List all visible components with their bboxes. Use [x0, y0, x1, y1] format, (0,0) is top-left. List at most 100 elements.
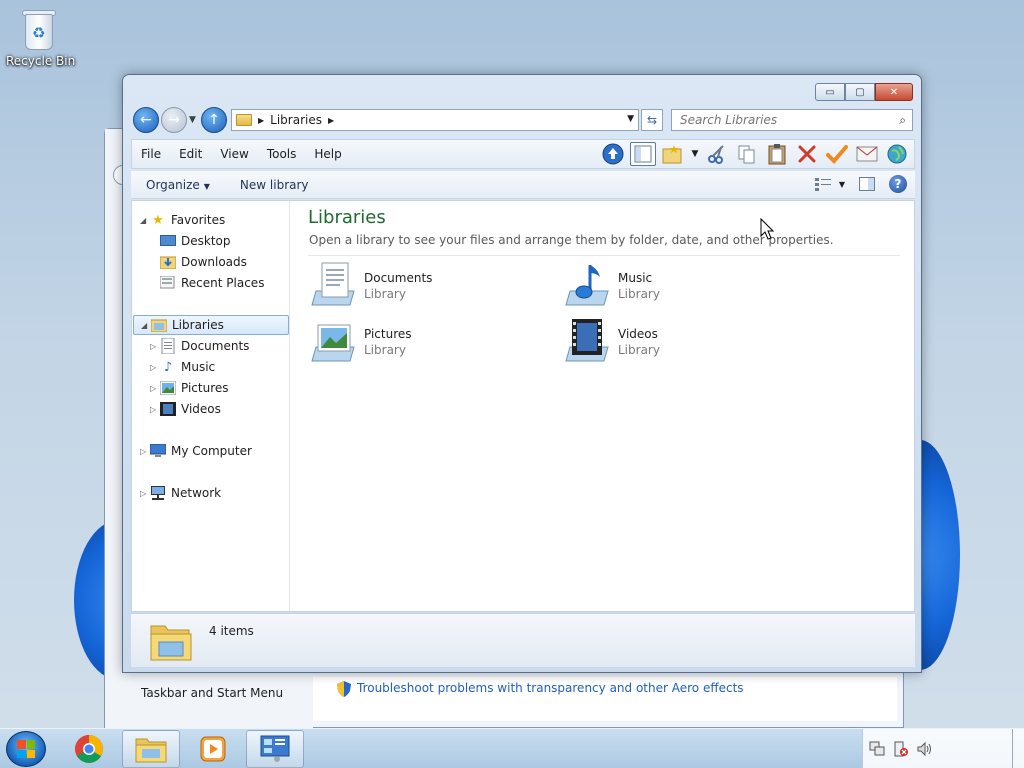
breadcrumb-libraries[interactable]: Libraries — [270, 113, 322, 127]
preview-pane-toggle-icon[interactable] — [859, 177, 875, 191]
email-icon[interactable] — [854, 142, 880, 166]
menu-file[interactable]: File — [132, 147, 170, 161]
menu-help[interactable]: Help — [305, 147, 350, 161]
close-button[interactable]: ✕ — [875, 83, 913, 101]
address-history-dropdown[interactable]: ▼ — [627, 114, 634, 124]
minimize-button[interactable]: ▭ — [815, 83, 845, 101]
nav-desktop[interactable]: Desktop — [160, 231, 231, 251]
up-button[interactable]: ↑ — [201, 107, 227, 133]
collapsed-triangle-icon[interactable]: ▷ — [150, 405, 160, 414]
library-pictures[interactable]: Pictures Library — [310, 317, 550, 367]
collapsed-triangle-icon[interactable]: ▷ — [140, 447, 150, 456]
view-icon — [814, 178, 831, 191]
nav-music-label: Music — [181, 360, 216, 374]
nav-recent-places[interactable]: Recent Places — [160, 273, 264, 293]
nav-network[interactable]: ▷ Network — [140, 483, 221, 503]
help-icon[interactable]: ? — [889, 175, 907, 193]
recycle-bin-desktop-icon[interactable]: ♻ Recycle Bin — [6, 8, 75, 68]
show-desktop-button[interactable] — [1012, 729, 1024, 768]
downloads-folder-icon — [160, 254, 176, 270]
volume-icon[interactable] — [917, 741, 933, 757]
nav-downloads[interactable]: Downloads — [160, 252, 247, 272]
menu-view[interactable]: View — [211, 147, 257, 161]
shield-icon — [337, 681, 351, 697]
nav-favorites-label: Favorites — [171, 213, 226, 227]
start-button[interactable] — [6, 731, 46, 767]
preview-pane-icon[interactable] — [630, 142, 656, 166]
collapsed-triangle-icon[interactable]: ▷ — [150, 384, 160, 393]
navigation-pane: ◢ ★ Favorites Desktop Downloads Recent P… — [132, 201, 290, 611]
chevron-down-icon: ▼ — [203, 181, 210, 191]
taskbar-start-menu-link[interactable]: Taskbar and Start Menu — [141, 686, 283, 700]
change-view-button[interactable]: ▼ — [814, 177, 845, 191]
library-music[interactable]: Music Library — [564, 261, 804, 311]
taskbar-chrome[interactable] — [60, 730, 118, 768]
media-player-icon — [200, 736, 226, 762]
cut-icon[interactable] — [704, 142, 730, 166]
expanded-triangle-icon[interactable]: ◢ — [141, 321, 151, 330]
new-library-button[interactable]: New library — [225, 178, 324, 192]
address-bar[interactable]: ▶ Libraries ▶ ▼ — [231, 109, 639, 131]
network-icon[interactable] — [869, 741, 885, 757]
nav-videos[interactable]: ▷ Videos — [150, 399, 221, 419]
back-button[interactable]: ← — [133, 107, 159, 133]
paste-icon[interactable] — [764, 142, 790, 166]
organize-button[interactable]: Organize ▼ — [131, 178, 225, 192]
breadcrumb-arrow-icon[interactable]: ▶ — [258, 116, 264, 125]
search-input[interactable] — [680, 113, 880, 127]
taskbar — [0, 728, 1024, 768]
copy-icon[interactable] — [734, 142, 760, 166]
details-pane: 4 items — [131, 613, 915, 667]
library-name: Documents — [364, 271, 433, 285]
favorites-folder-icon[interactable] — [660, 142, 686, 166]
breadcrumb-arrow-icon[interactable]: ▶ — [328, 116, 334, 125]
menu-tools[interactable]: Tools — [258, 147, 306, 161]
recent-pages-dropdown[interactable]: ▼ — [189, 115, 196, 125]
forward-button[interactable]: → — [161, 107, 187, 133]
library-type: Library — [618, 343, 660, 357]
nav-libraries-label: Libraries — [172, 318, 224, 332]
nav-documents-label: Documents — [181, 339, 250, 353]
collapsed-triangle-icon[interactable]: ▷ — [150, 342, 160, 351]
up-arrow-icon: ↑ — [208, 112, 220, 128]
control-panel-icon — [260, 735, 290, 762]
pictures-library-icon — [311, 324, 355, 362]
delete-icon[interactable] — [794, 142, 820, 166]
action-center-icon[interactable] — [893, 741, 909, 757]
nav-libraries[interactable]: ◢ Libraries — [133, 315, 289, 335]
pictures-icon — [160, 380, 176, 396]
maximize-button[interactable]: ▢ — [845, 83, 875, 101]
nav-favorites[interactable]: ◢ ★ Favorites — [140, 210, 225, 230]
globe-icon[interactable] — [884, 142, 910, 166]
properties-check-icon[interactable] — [824, 142, 850, 166]
documents-icon — [160, 338, 176, 354]
nav-music[interactable]: ▷ ♪ Music — [150, 357, 215, 377]
library-type: Library — [364, 287, 406, 301]
search-box[interactable]: ⌕ — [671, 109, 913, 131]
page-subtitle: Open a library to see your files and arr… — [309, 233, 834, 247]
up-arrow-icon[interactable] — [600, 142, 626, 166]
dropdown-arrow-icon[interactable]: ▼ — [690, 142, 700, 166]
explorer-window[interactable]: ▭ ▢ ✕ ← → ▼ ↑ ▶ Libraries ▶ ▼ ⇆ ⌕ File E… — [122, 74, 922, 673]
taskbar-control-panel[interactable] — [246, 730, 304, 768]
nav-pictures[interactable]: ▷ Pictures — [150, 378, 229, 398]
library-type: Library — [618, 287, 660, 301]
nav-documents[interactable]: ▷ Documents — [150, 336, 249, 356]
troubleshoot-aero-link[interactable]: Troubleshoot problems with transparency … — [357, 681, 744, 695]
search-icon[interactable]: ⌕ — [899, 113, 906, 128]
page-title: Libraries — [308, 207, 386, 228]
refresh-button[interactable]: ⇆ — [641, 109, 663, 131]
library-documents[interactable]: Documents Library — [310, 261, 550, 311]
taskbar-media-player[interactable] — [184, 730, 242, 768]
nav-my-computer[interactable]: ▷ My Computer — [140, 441, 252, 461]
menu-edit[interactable]: Edit — [170, 147, 211, 161]
taskbar-explorer[interactable] — [122, 730, 180, 768]
nav-network-label: Network — [171, 486, 222, 500]
recent-places-icon — [160, 275, 176, 291]
collapsed-triangle-icon[interactable]: ▷ — [140, 489, 150, 498]
back-arrow-icon: ← — [140, 112, 152, 128]
recycle-bin-icon: ♻ — [21, 8, 57, 52]
collapsed-triangle-icon[interactable]: ▷ — [150, 363, 160, 372]
expanded-triangle-icon[interactable]: ◢ — [140, 216, 150, 225]
library-videos[interactable]: Videos Library — [564, 317, 804, 367]
